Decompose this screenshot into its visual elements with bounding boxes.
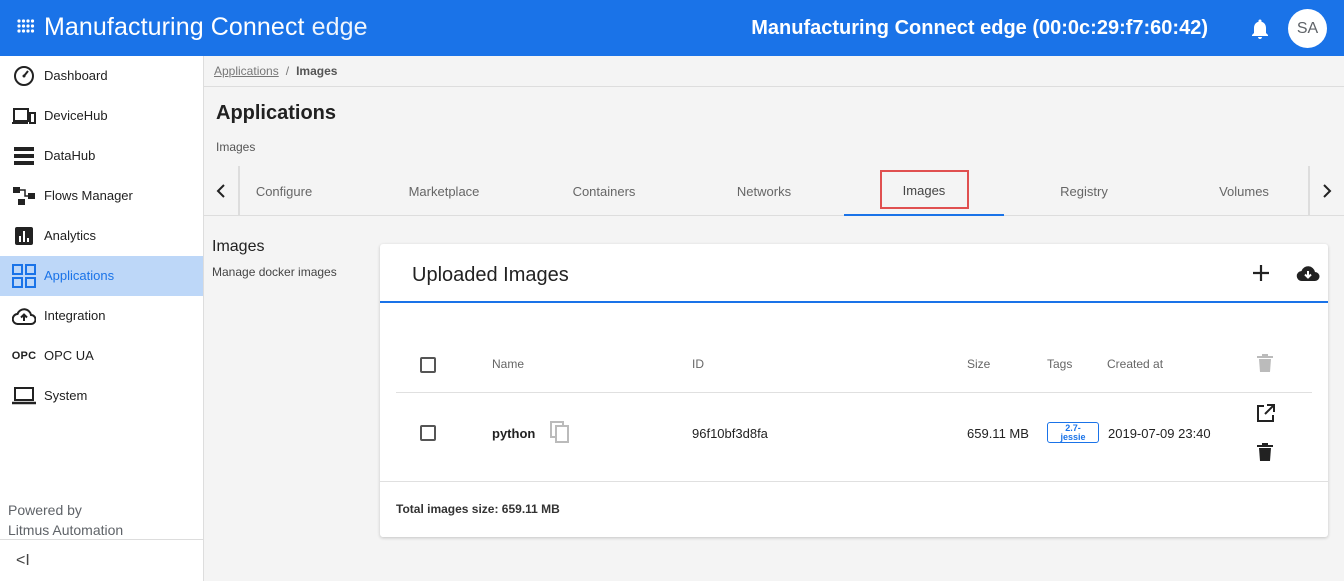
device-title: Manufacturing Connect edge (00:0c:29:f7:… xyxy=(751,17,1208,39)
section-description: Manage docker images xyxy=(212,265,337,279)
sidebar-item-system[interactable]: System xyxy=(0,376,203,416)
sidebar-item-label: DeviceHub xyxy=(44,108,108,123)
cloud-download-icon[interactable] xyxy=(1296,262,1320,284)
sidebar-item-label: Dashboard xyxy=(44,68,108,83)
tab-containers[interactable]: Containers xyxy=(524,166,684,216)
speedometer-icon xyxy=(12,65,36,87)
apps-grid-icon xyxy=(12,264,36,288)
tab-registry[interactable]: Registry xyxy=(1004,166,1164,216)
image-id: 96f10bf3d8fa xyxy=(692,426,768,441)
page-title: Applications xyxy=(216,102,337,124)
section-title: Images xyxy=(212,238,265,255)
chevron-right-icon xyxy=(1323,184,1332,198)
breadcrumb-separator: / xyxy=(285,64,290,78)
divider xyxy=(396,392,1312,393)
total-images-size: Total images size: 659.11 MB xyxy=(396,502,560,516)
sidebar-item-applications[interactable]: Applications xyxy=(0,256,203,296)
page-subtitle: Images xyxy=(216,140,256,154)
top-app-bar: Manufacturing Connect edge Manufacturing… xyxy=(0,0,1344,56)
app-title: Manufacturing Connect edge xyxy=(44,13,368,42)
sidebar: Dashboard DeviceHub DataHub Flows Manage… xyxy=(0,56,204,581)
app-name: Manufacturing Connect xyxy=(44,13,305,41)
tab-volumes[interactable]: Volumes xyxy=(1164,166,1324,216)
breadcrumb-link-applications[interactable]: Applications xyxy=(214,64,279,78)
tab-networks[interactable]: Networks xyxy=(684,166,844,216)
sidebar-item-datahub[interactable]: DataHub xyxy=(0,136,203,176)
sidebar-item-label: System xyxy=(44,388,88,403)
breadcrumb-current: Images xyxy=(296,64,338,78)
powered-by-line1: Powered by xyxy=(8,502,82,518)
open-external-icon[interactable] xyxy=(1256,403,1276,423)
column-header-size[interactable]: Size xyxy=(967,357,990,371)
delete-icon[interactable] xyxy=(1257,443,1273,462)
column-header-created[interactable]: Created at xyxy=(1107,357,1163,371)
sidebar-item-label: Flows Manager xyxy=(44,188,133,203)
apps-grid-icon[interactable] xyxy=(16,18,36,38)
column-header-id[interactable]: ID xyxy=(692,357,704,371)
image-name: python xyxy=(492,426,536,441)
image-created: 2019-07-09 23:40 xyxy=(1108,426,1211,441)
sidebar-item-flows-manager[interactable]: Flows Manager xyxy=(0,176,203,216)
image-size: 659.11 MB xyxy=(967,426,1029,441)
server-icon xyxy=(12,145,36,167)
flow-icon xyxy=(12,185,36,207)
laptop-icon xyxy=(12,385,36,407)
sidebar-item-label: Applications xyxy=(44,268,115,283)
tab-bar: Configure Marketplace Containers Network… xyxy=(204,166,1344,216)
sidebar-item-devicehub[interactable]: DeviceHub xyxy=(0,96,203,136)
powered-by-line2: Litmus Automation xyxy=(8,522,124,538)
app-name-suffix: edge xyxy=(304,13,368,41)
delete-all-icon[interactable] xyxy=(1257,354,1273,373)
card-header: Uploaded Images xyxy=(380,244,1328,303)
column-header-name[interactable]: Name xyxy=(492,357,524,371)
highlight-annotation xyxy=(880,170,969,209)
analytics-icon xyxy=(12,225,36,247)
copy-icon[interactable] xyxy=(550,421,570,443)
breadcrumb: Applications / Images xyxy=(214,64,337,78)
tab-configure[interactable]: Configure xyxy=(204,166,364,216)
uploaded-images-card: Uploaded Images Name ID Size Tags Create… xyxy=(380,244,1328,537)
sidebar-item-label: Integration xyxy=(44,308,106,323)
sidebar-item-label: OPC UA xyxy=(44,348,94,363)
row-checkbox[interactable] xyxy=(420,425,436,441)
collapse-sidebar-button[interactable]: <I xyxy=(0,539,203,581)
powered-by: Powered by Litmus Automation xyxy=(8,500,123,540)
tab-scroll-right-button[interactable] xyxy=(1308,166,1344,216)
bell-icon[interactable] xyxy=(1250,18,1270,40)
column-header-tags: Tags xyxy=(1047,357,1073,371)
sidebar-item-dashboard[interactable]: Dashboard xyxy=(0,56,203,96)
avatar[interactable]: SA xyxy=(1288,9,1327,48)
opc-icon: OPC xyxy=(11,350,37,362)
tag-line2: jessie xyxy=(1060,432,1086,442)
divider xyxy=(380,481,1328,482)
collapse-icon: <I xyxy=(16,552,30,569)
cloud-upload-icon xyxy=(12,305,36,327)
card-title: Uploaded Images xyxy=(412,264,569,286)
add-icon[interactable] xyxy=(1250,262,1272,284)
sidebar-item-label: DataHub xyxy=(44,148,96,163)
divider xyxy=(204,86,1344,87)
sidebar-item-integration[interactable]: Integration xyxy=(0,296,203,336)
tag-badge: 2.7- jessie xyxy=(1047,422,1099,443)
devices-icon xyxy=(12,105,36,127)
tab-marketplace[interactable]: Marketplace xyxy=(364,166,524,216)
sidebar-item-analytics[interactable]: Analytics xyxy=(0,216,203,256)
sidebar-item-label: Analytics xyxy=(44,228,97,243)
sidebar-item-opc-ua[interactable]: OPC OPC UA xyxy=(0,336,203,376)
select-all-checkbox[interactable] xyxy=(420,357,436,373)
